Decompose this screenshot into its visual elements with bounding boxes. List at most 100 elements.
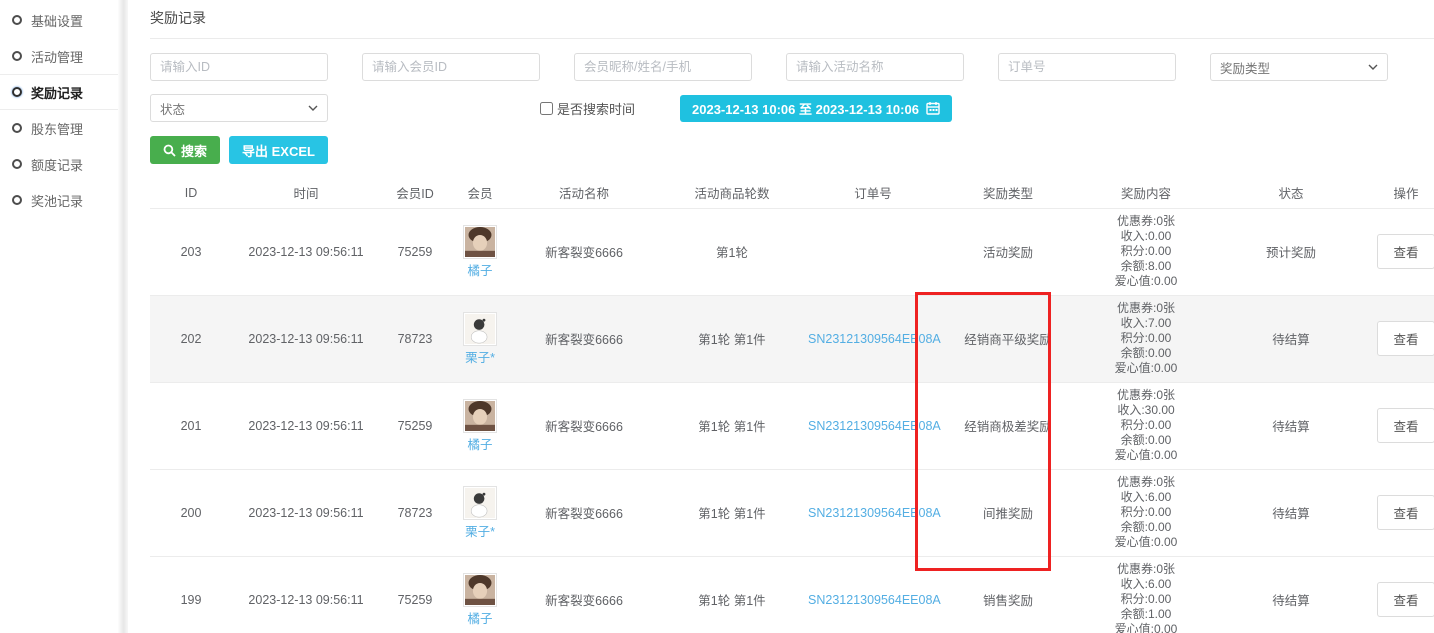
chevron-down-icon [1368,62,1378,72]
cell-id: 202 [150,295,232,382]
table-row: 2002023-12-13 09:56:1178723栗子*新客裂变6666第1… [150,469,1434,556]
member-name-input[interactable] [584,60,742,74]
column-header: 订单号 [806,178,940,208]
cell-status: 待结算 [1216,382,1366,469]
app-window: 基础设置活动管理奖励记录股东管理额度记录奖池记录 奖励记录 奖励类型 [0,0,1434,633]
cell-order: SN23121309564EE08A [806,556,940,633]
cell-id: 200 [150,469,232,556]
export-button-label: 导出 EXCEL [242,141,315,160]
status-select[interactable]: 状态 [150,94,328,122]
cell-activity: 新客裂变6666 [510,382,658,469]
view-button[interactable]: 查看 [1377,495,1434,530]
sidebar-item-label: 额度记录 [31,155,83,174]
radio-circle-icon [12,51,22,61]
cell-status: 待结算 [1216,295,1366,382]
cell-order: SN23121309564EE08A [806,295,940,382]
column-header: 会员ID [380,178,450,208]
member-avatar[interactable] [463,573,497,607]
cell-action: 查看 [1366,469,1434,556]
view-button[interactable]: 查看 [1377,234,1434,269]
cell-id: 203 [150,208,232,295]
cell-status: 预计奖励 [1216,208,1366,295]
filter-row-2: 状态 是否搜索时间 2023-12-13 10:06 至 2023-12-13 … [150,94,1434,122]
id-input[interactable] [160,60,318,74]
cell-member-id: 75259 [380,208,450,295]
sidebar-item-1[interactable]: 基础设置 [0,2,118,38]
search-time-checkbox[interactable] [540,102,553,115]
member-id-field-wrap [362,53,540,81]
cell-reward-content: 优惠券:0张收入:7.00积分:0.00余额:0.00爱心值:0.00 [1076,295,1216,382]
activity-field-wrap [786,53,964,81]
cell-member-id: 78723 [380,295,450,382]
sidebar-item-4[interactable]: 股东管理 [0,110,118,146]
member-avatar[interactable] [463,486,497,520]
radio-circle-icon [12,123,22,133]
radio-circle-icon [12,15,22,25]
order-number-link[interactable]: SN23121309564EE08A [808,593,941,607]
cell-status: 待结算 [1216,556,1366,633]
order-number-link[interactable]: SN23121309564EE08A [808,419,941,433]
search-button[interactable]: 搜索 [150,136,220,164]
cell-reward-content: 优惠券:0张收入:30.00积分:0.00余额:0.00爱心值:0.00 [1076,382,1216,469]
cell-member: 橘子 [450,556,510,633]
radio-circle-icon [12,195,22,205]
view-button[interactable]: 查看 [1377,408,1434,443]
table-row: 1992023-12-13 09:56:1175259橘子新客裂变6666第1轮… [150,556,1434,633]
search-icon [163,144,176,157]
cell-status: 待结算 [1216,469,1366,556]
cell-action: 查看 [1366,382,1434,469]
table-row: 2032023-12-13 09:56:1175259橘子新客裂变6666第1轮… [150,208,1434,295]
search-time-checkbox-label: 是否搜索时间 [557,99,635,118]
sidebar-divider [118,0,128,633]
sidebar-item-6[interactable]: 奖池记录 [0,182,118,218]
sidebar-item-label: 奖池记录 [31,191,83,210]
view-button[interactable]: 查看 [1377,582,1434,617]
member-name-link[interactable]: 橘子 [467,260,492,279]
column-header: 操作 [1366,178,1434,208]
member-name-link[interactable]: 栗子* [465,521,495,540]
cell-activity: 新客裂变6666 [510,556,658,633]
order-input[interactable] [1008,60,1166,74]
activity-input[interactable] [796,60,954,74]
column-header: 状态 [1216,178,1366,208]
search-time-checkbox-wrap: 是否搜索时间 [540,99,655,118]
cell-member: 栗子* [450,469,510,556]
view-button[interactable]: 查看 [1377,321,1434,356]
sidebar-item-3[interactable]: 奖励记录 [0,74,118,110]
cell-round: 第1轮 [658,208,806,295]
cell-reward-type: 销售奖励 [940,556,1076,633]
column-header: 奖励类型 [940,178,1076,208]
column-header: 活动商品轮数 [658,178,806,208]
table-row: 2022023-12-13 09:56:1178723栗子*新客裂变6666第1… [150,295,1434,382]
cell-round: 第1轮 第1件 [658,382,806,469]
sidebar-item-5[interactable]: 额度记录 [0,146,118,182]
reward-type-select[interactable]: 奖励类型 [1210,53,1388,81]
status-select-label: 状态 [160,99,185,118]
order-number-link[interactable]: SN23121309564EE08A [808,332,941,346]
cell-member: 栗子* [450,295,510,382]
date-range-button[interactable]: 2023-12-13 10:06 至 2023-12-13 10:06 [680,95,952,122]
sidebar-item-label: 基础设置 [31,11,83,30]
main-content: 奖励记录 奖励类型 [128,0,1434,633]
search-button-label: 搜索 [181,141,207,160]
member-id-input[interactable] [372,60,530,74]
member-avatar[interactable] [463,225,497,259]
member-avatar[interactable] [463,312,497,346]
cell-activity: 新客裂变6666 [510,208,658,295]
column-header: ID [150,178,232,208]
member-name-link[interactable]: 橘子 [467,608,492,627]
radio-circle-icon [12,87,22,97]
cell-time: 2023-12-13 09:56:11 [232,556,380,633]
sidebar-item-2[interactable]: 活动管理 [0,38,118,74]
order-number-link[interactable]: SN23121309564EE08A [808,506,941,520]
cell-member-id: 75259 [380,556,450,633]
member-name-link[interactable]: 栗子* [465,347,495,366]
cell-activity: 新客裂变6666 [510,295,658,382]
cell-action: 查看 [1366,556,1434,633]
id-field-wrap [150,53,328,81]
member-avatar[interactable] [463,399,497,433]
order-field-wrap [998,53,1176,81]
export-excel-button[interactable]: 导出 EXCEL [229,136,328,164]
chevron-down-icon [308,103,318,113]
member-name-link[interactable]: 橘子 [467,434,492,453]
